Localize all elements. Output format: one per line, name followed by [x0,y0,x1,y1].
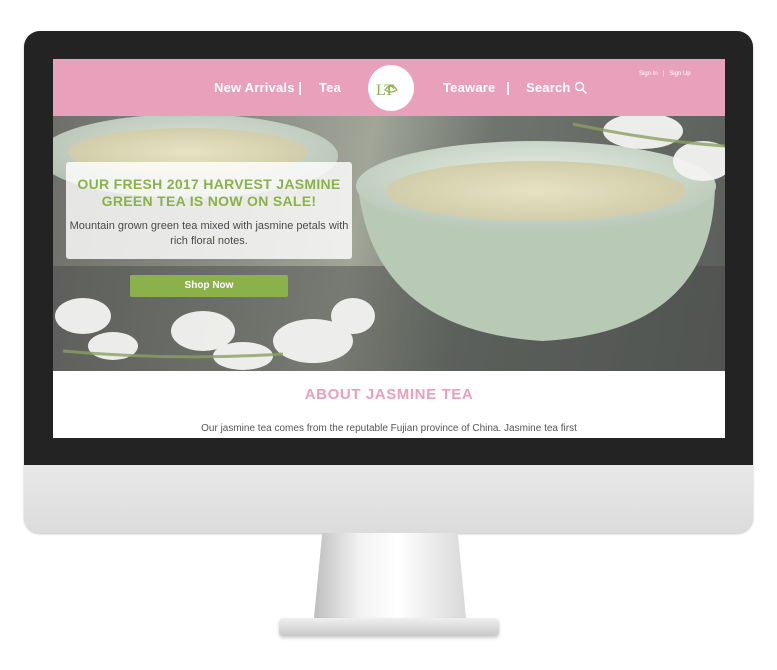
hero-banner: OUR FRESH 2017 HARVEST JASMINE GREEN TEA… [53,116,725,371]
lotus-icon: LT [376,82,398,99]
website-screen: New Arrivals | Tea LT Teaware | Search S… [53,59,725,438]
promo-card: OUR FRESH 2017 HARVEST JASMINE GREEN TEA… [66,162,352,259]
nav-tea[interactable]: Tea [319,80,341,95]
monitor-stand-base [279,618,499,636]
sign-in-link[interactable]: Sign In [639,71,658,77]
monitor-chin [24,465,753,533]
about-section-text: Our jasmine tea comes from the reputable… [201,423,577,434]
sign-up-link[interactable]: Sign Up [669,71,690,77]
promo-description: Mountain grown green tea mixed with jasm… [69,220,349,247]
main-navigation: New Arrivals | Tea LT Teaware | Search S… [53,59,725,116]
about-section-title: ABOUT JASMINE TEA [304,386,474,403]
nav-teaware[interactable]: Teaware [443,80,495,95]
nav-separator: | [298,79,302,95]
nav-search[interactable]: Search [526,80,571,95]
nav-new-arrivals[interactable]: New Arrivals [214,80,295,95]
search-icon[interactable] [574,81,588,95]
site-logo[interactable]: LT [368,65,414,111]
shop-now-button[interactable]: Shop Now [130,275,288,297]
nav-separator: | [506,79,510,95]
account-separator: | [662,71,665,77]
imac-mockup: New Arrivals | Tea LT Teaware | Search S… [0,0,777,670]
account-links: Sign In | Sign Up [639,71,691,77]
monitor-stand [313,533,467,628]
promo-headline: OUR FRESH 2017 HARVEST JASMINE GREEN TEA… [77,176,341,209]
